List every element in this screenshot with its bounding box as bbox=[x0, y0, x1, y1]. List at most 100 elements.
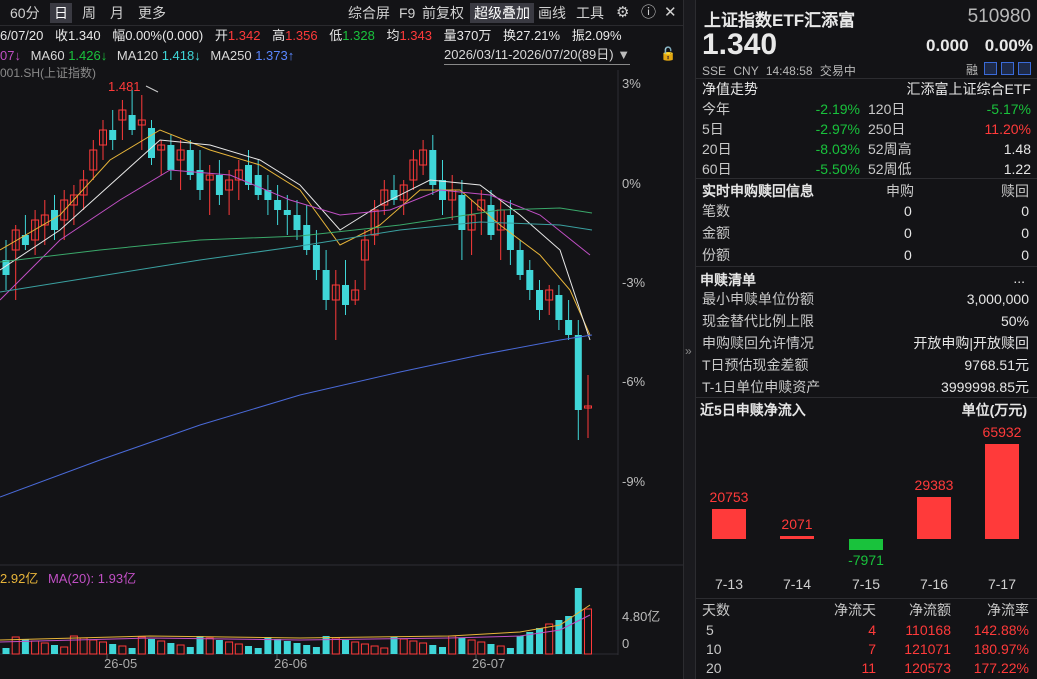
avg-value: 1.343 bbox=[399, 28, 433, 43]
candle-body bbox=[516, 250, 524, 275]
period-month-tab[interactable]: 月 bbox=[106, 3, 128, 23]
flow-days-count: 7 bbox=[868, 641, 876, 657]
security-code: 510980 bbox=[967, 6, 1031, 27]
volume-bar bbox=[118, 645, 127, 655]
volume-bar bbox=[516, 636, 524, 654]
candle-body bbox=[274, 200, 282, 210]
list-label: 申购赎回允许情况 bbox=[702, 335, 814, 351]
volume-bar bbox=[487, 644, 495, 654]
nav-value: -2.97% bbox=[815, 121, 860, 137]
flow-col-header: 净流率 bbox=[987, 602, 1029, 618]
tools-button[interactable]: 工具 bbox=[572, 3, 608, 23]
list-value: 9768.51元 bbox=[964, 357, 1029, 373]
flow-amount: 110168 bbox=[905, 622, 951, 638]
flow-days: 5 bbox=[706, 622, 714, 638]
gear-icon[interactable]: ⚙ bbox=[612, 3, 633, 23]
volume-bar bbox=[245, 646, 252, 654]
volume-bar bbox=[99, 641, 107, 655]
nav-label: 60日 bbox=[702, 161, 732, 177]
volume-bar bbox=[506, 648, 514, 654]
vol-ma20-label: MA(20): bbox=[47, 571, 95, 586]
realtime-row: 金额 0 0 bbox=[696, 223, 1037, 243]
volume-bar bbox=[380, 647, 389, 655]
subscribe-value: 0 bbox=[904, 225, 912, 241]
x-axis-label: 26-06 bbox=[274, 656, 308, 671]
flow-bar-value: -7971 bbox=[848, 552, 884, 569]
nav-trend-row: 今年 -2.19% 120日 -5.17% bbox=[696, 99, 1037, 119]
close-icon[interactable]: ✕ bbox=[660, 3, 681, 23]
expand-icon[interactable] bbox=[1001, 62, 1014, 75]
volume-bar bbox=[283, 641, 291, 654]
overlay-index-label: 001.SH(上证指数) bbox=[0, 66, 97, 80]
candle-body bbox=[303, 225, 311, 250]
nav-value: 11.20% bbox=[984, 121, 1031, 137]
lock-icon[interactable]: 🔓 bbox=[660, 46, 676, 62]
date-range-selector[interactable]: 2026/03/11-2026/07/20(89日) ▼ bbox=[444, 46, 631, 65]
edit-icon[interactable] bbox=[984, 62, 997, 75]
flow-bar bbox=[917, 496, 951, 539]
settings-icon[interactable] bbox=[1018, 62, 1031, 75]
volume-scale-top: 4.80亿 bbox=[622, 609, 661, 624]
flow-date-label: 7-15 bbox=[851, 576, 881, 592]
volume-bar bbox=[51, 645, 58, 654]
volume-bar bbox=[545, 623, 554, 655]
volume-bar bbox=[254, 648, 262, 654]
nav-trend-row: 20日 -8.03% 52周高 1.48 bbox=[696, 139, 1037, 159]
flow-col-header: 净流天 bbox=[834, 602, 876, 618]
realtime-row: 份额 0 0 bbox=[696, 245, 1037, 265]
vol-ma20-value: 1.93亿 bbox=[97, 571, 137, 586]
realtime-label: 笔数 bbox=[702, 203, 730, 219]
flow-date-label: 7-17 bbox=[987, 576, 1017, 592]
more-periods-button[interactable]: 更多 bbox=[134, 3, 170, 23]
list-label: T-1日单位申赎资产 bbox=[702, 379, 821, 395]
nav-label: 5日 bbox=[702, 121, 724, 137]
volume-bar bbox=[496, 645, 505, 655]
super-overlay-button[interactable]: 超级叠加 bbox=[470, 3, 534, 23]
volume-value: 370万 bbox=[456, 28, 492, 43]
high-label: 高 bbox=[272, 28, 286, 43]
nav-trend-title: 净值走势 bbox=[702, 81, 758, 97]
list-row: 现金替代比例上限 50% bbox=[696, 311, 1037, 331]
period-week-tab[interactable]: 周 bbox=[78, 3, 100, 23]
flow-bar bbox=[985, 444, 1019, 539]
volume-bar bbox=[312, 647, 320, 654]
ma250-line bbox=[0, 334, 593, 498]
turnover-value: 27.21% bbox=[516, 28, 561, 43]
list-row: T日预估现金差额 9768.51元 bbox=[696, 355, 1037, 375]
flow-bar bbox=[849, 539, 883, 551]
flow-col-header: 天数 bbox=[702, 602, 730, 618]
candle-body bbox=[526, 270, 534, 290]
volume-bar bbox=[89, 639, 98, 655]
list-value: 开放申购|开放赎回 bbox=[913, 335, 1029, 351]
volume-bar bbox=[157, 640, 166, 655]
list-label: T日预估现金差额 bbox=[702, 357, 809, 373]
period-60min-tab[interactable]: 60分 bbox=[6, 3, 44, 23]
candle-body bbox=[555, 295, 563, 320]
help-icon[interactable]: ⓘ bbox=[637, 3, 660, 23]
candle-body bbox=[148, 128, 155, 158]
exchange-label: SSE bbox=[702, 64, 727, 78]
nav-value: -5.50% bbox=[815, 161, 860, 177]
trading-status: 交易中 bbox=[819, 64, 856, 78]
last-price: 1.340 bbox=[702, 28, 778, 61]
ma120-value: 1.418↓ bbox=[161, 48, 201, 63]
composite-screen-button[interactable]: 综合屏 bbox=[344, 3, 394, 23]
more-button[interactable]: ... bbox=[1013, 270, 1025, 286]
pct-tick-label: -6% bbox=[622, 374, 646, 389]
f9-button[interactable]: F9 bbox=[395, 3, 419, 23]
ma120-line bbox=[0, 221, 593, 293]
nav-value: -2.19% bbox=[815, 101, 860, 117]
flow-bar bbox=[780, 536, 814, 539]
forward-adjust-button[interactable]: 前复权 bbox=[418, 3, 468, 23]
flow-bar-value: 2071 bbox=[781, 516, 813, 533]
flow-amount: 121071 bbox=[904, 641, 951, 657]
volume-bar bbox=[322, 636, 330, 654]
high-value: 1.356 bbox=[285, 28, 318, 43]
flow-days-count: 4 bbox=[868, 622, 876, 638]
flow-days: 20 bbox=[706, 660, 722, 676]
period-day-tab[interactable]: 日 bbox=[50, 3, 72, 23]
draw-line-button[interactable]: 画线 bbox=[534, 3, 570, 23]
currency-label: CNY bbox=[733, 64, 759, 78]
list-label: 最小申赎单位份额 bbox=[702, 291, 814, 307]
volume-bar bbox=[303, 645, 311, 654]
